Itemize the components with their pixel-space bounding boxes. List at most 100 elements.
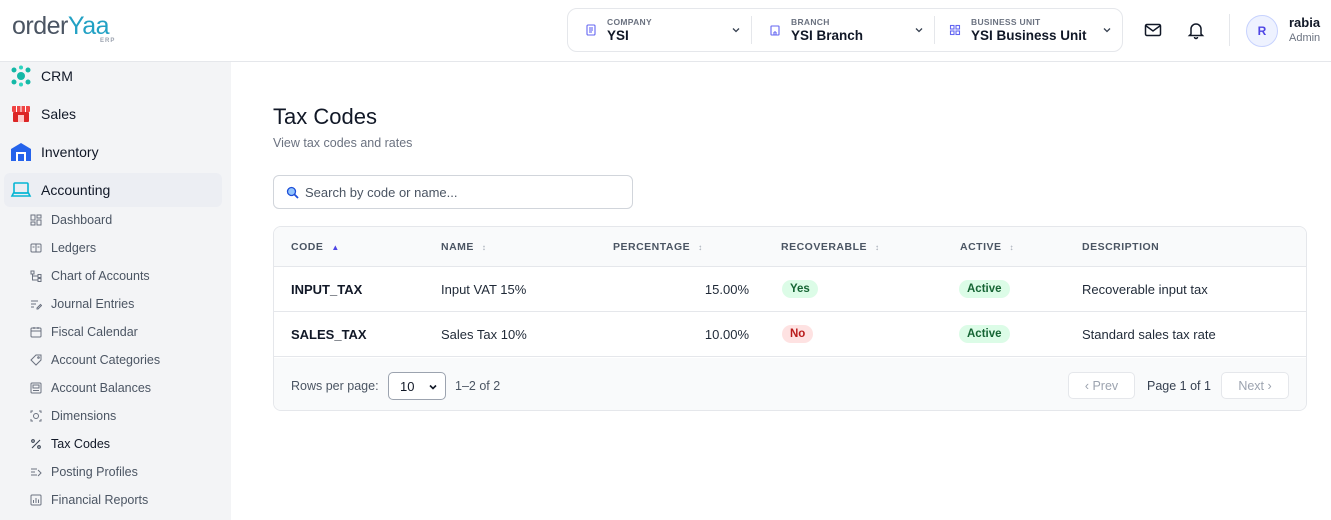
sidebar-item-label: Inventory [41,144,99,160]
sidebar-subitem-tax-codes[interactable]: Tax Codes [30,434,110,454]
sidebar-item-crm[interactable]: CRM [0,59,231,93]
sidebar-subitem-label: Dashboard [51,213,113,227]
cell-description: Standard sales tax rate [1082,327,1216,342]
building-icon [770,25,780,36]
sidebar: CRM Sales Inventory Accounting Dashboard… [0,62,231,520]
dashboard-icon [30,214,42,226]
sort-icon: ↕ [698,242,703,252]
calendar-icon [30,327,42,338]
company-label: COMPANY [607,16,652,27]
sidebar-subitem-label: Account Balances [51,381,152,395]
book-icon [30,243,42,253]
header-divider [1229,14,1230,46]
logo-text-yaa: Yaa [67,12,110,40]
report-chart-icon [30,494,42,506]
warehouse-icon [11,143,31,161]
sort-icon: ↕ [481,242,487,252]
sidebar-subitem-ledgers[interactable]: Ledgers [30,238,96,258]
sidebar-subitem-posting-profiles[interactable]: Posting Profiles [30,462,138,482]
user-name[interactable]: rabia [1289,15,1320,30]
grid-icon [949,24,961,36]
branch-selector[interactable]: BRANCH YSI Branch [751,16,934,44]
sidebar-subitem-dimensions[interactable]: Dimensions [30,406,116,426]
search-input[interactable] [305,184,605,200]
sidebar-subitem-dashboard[interactable]: Dashboard [30,210,112,230]
cell-code: INPUT_TAX [291,282,363,297]
sidebar-item-label: Accounting [41,182,111,198]
page-info: Page 1 of 1 [1147,379,1211,393]
search-icon [286,186,299,199]
sort-icon: ↕ [875,242,880,252]
sidebar-subitem-financial-reports[interactable]: Financial Reports [30,490,148,510]
sidebar-subitem-label: Tax Codes [51,437,111,451]
prev-page-button[interactable]: ‹ Prev [1068,372,1135,399]
sidebar-item-label: Sales [41,106,77,122]
business-unit-label: BUSINESS UNIT [971,16,1041,27]
cell-percentage: 15.00% [704,282,749,297]
cell-name: Input VAT 15% [441,282,527,297]
document-icon [586,24,596,36]
rows-per-page-value: 10 [400,378,415,394]
column-header-recoverable[interactable]: RECOVERABLE ↕ [781,241,880,253]
rows-per-page-select[interactable]: 10 [388,372,446,400]
cell-percentage: 10.00% [704,327,749,342]
logo-text-order: order [12,12,68,40]
business-unit-selector[interactable]: BUSINESS UNIT YSI Business Unit [934,16,1122,44]
sidebar-subitem-fiscal-calendar[interactable]: Fiscal Calendar [30,322,138,342]
column-header-description: DESCRIPTION [1082,241,1160,253]
cell-description: Recoverable input tax [1082,282,1208,297]
sidebar-item-label: CRM [41,68,73,84]
column-header-code[interactable]: CODE ▲ [291,241,340,253]
status-badge: Active [959,325,1010,343]
branch-label: BRANCH [791,16,830,27]
next-page-button[interactable]: Next › [1221,372,1289,399]
table-row[interactable]: SALES_TAX Sales Tax 10% 10.00% No Active… [274,312,1306,357]
store-icon [12,106,30,122]
sort-icon: ↕ [1009,242,1015,252]
sidebar-subitem-journal-entries[interactable]: Journal Entries [30,294,134,314]
column-header-percentage[interactable]: PERCENTAGE ↕ [613,241,703,253]
column-header-active[interactable]: ACTIVE ↕ [960,241,1014,253]
list-edit-icon [31,300,42,310]
table-footer: Rows per page: 10 1–2 of 2 ‹ Prev Page 1… [274,358,1306,410]
bell-icon[interactable] [1186,20,1206,40]
avatar[interactable]: R [1246,15,1278,47]
sidebar-subitem-label: Ledgers [51,241,97,255]
sidebar-subitem-label: Chart of Accounts [51,269,150,283]
mail-icon[interactable] [1143,20,1163,40]
search-box[interactable] [273,175,633,209]
target-icon [30,410,42,422]
recoverable-badge: No [782,325,814,343]
app-logo[interactable]: orderYaa ERP [12,12,122,46]
sidebar-item-accounting[interactable]: Accounting [4,173,222,207]
user-role: Admin [1289,32,1321,44]
sidebar-subitem-label: Journal Entries [51,297,135,311]
column-header-name[interactable]: NAME ↕ [441,241,486,253]
cell-code: SALES_TAX [291,327,367,342]
business-unit-value: YSI Business Unit [971,28,1087,43]
recoverable-badge: Yes [782,280,818,298]
sidebar-subitem-label: Account Categories [51,353,161,367]
tax-codes-table: CODE ▲ NAME ↕ PERCENTAGE ↕ RECOVERABLE ↕ ACT… [273,226,1307,411]
sidebar-subitem-label: Posting Profiles [51,465,138,479]
branch-value: YSI Branch [791,28,864,43]
sidebar-subitem-label: Fiscal Calendar [51,325,138,339]
context-selectors: COMPANY YSI BRANCH YSI Branch BUSINESS U… [567,8,1123,52]
table-row[interactable]: INPUT_TAX Input VAT 15% 15.00% Yes Activ… [274,267,1306,312]
cell-name: Sales Tax 10% [441,327,527,342]
rows-per-page-label: Rows per page: [291,379,379,393]
hierarchy-icon [30,270,42,282]
chevron-down-icon [1103,28,1111,33]
sidebar-item-inventory[interactable]: Inventory [0,135,231,169]
company-selector[interactable]: COMPANY YSI [568,8,751,52]
chevron-down-icon [429,384,437,390]
tag-icon [30,354,42,366]
sidebar-subitem-account-balances[interactable]: Account Balances [30,378,151,398]
page-subtitle: View tax codes and rates [273,136,413,150]
sidebar-item-sales[interactable]: Sales [0,97,231,131]
sidebar-subitem-chart-of-accounts[interactable]: Chart of Accounts [30,266,150,286]
logo-subtext: ERP [100,38,116,44]
sidebar-subitem-label: Dimensions [51,409,117,423]
sidebar-subitem-account-categories[interactable]: Account Categories [30,350,160,370]
chevron-down-icon [732,28,740,33]
